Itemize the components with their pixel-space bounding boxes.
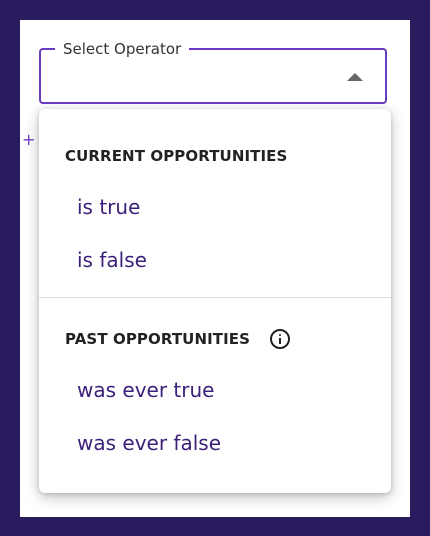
option-was-ever-false[interactable]: was ever false (77, 431, 221, 455)
option-is-false[interactable]: is false (77, 248, 147, 272)
plus-icon[interactable]: + (22, 132, 35, 148)
operator-dropdown-menu: CURRENT OPPORTUNITIES is true is false P… (39, 109, 391, 493)
select-operator-label: Select Operator (55, 39, 190, 59)
caret-up-icon[interactable] (347, 73, 363, 81)
option-was-ever-true[interactable]: was ever true (77, 378, 214, 402)
info-icon[interactable] (270, 329, 291, 349)
option-is-true[interactable]: is true (77, 195, 140, 219)
menu-divider (39, 297, 391, 298)
group-header-current-label: CURRENT OPPORTUNITIES (65, 147, 288, 165)
group-header-current: CURRENT OPPORTUNITIES (65, 147, 287, 165)
group-header-past-label: PAST OPPORTUNITIES (65, 330, 251, 348)
operator-panel: Select Operator + CURRENT OPPORTUNITIES … (20, 20, 410, 517)
group-header-past: PAST OPPORTUNITIES (65, 329, 291, 349)
select-operator-field[interactable]: Select Operator (39, 39, 387, 104)
